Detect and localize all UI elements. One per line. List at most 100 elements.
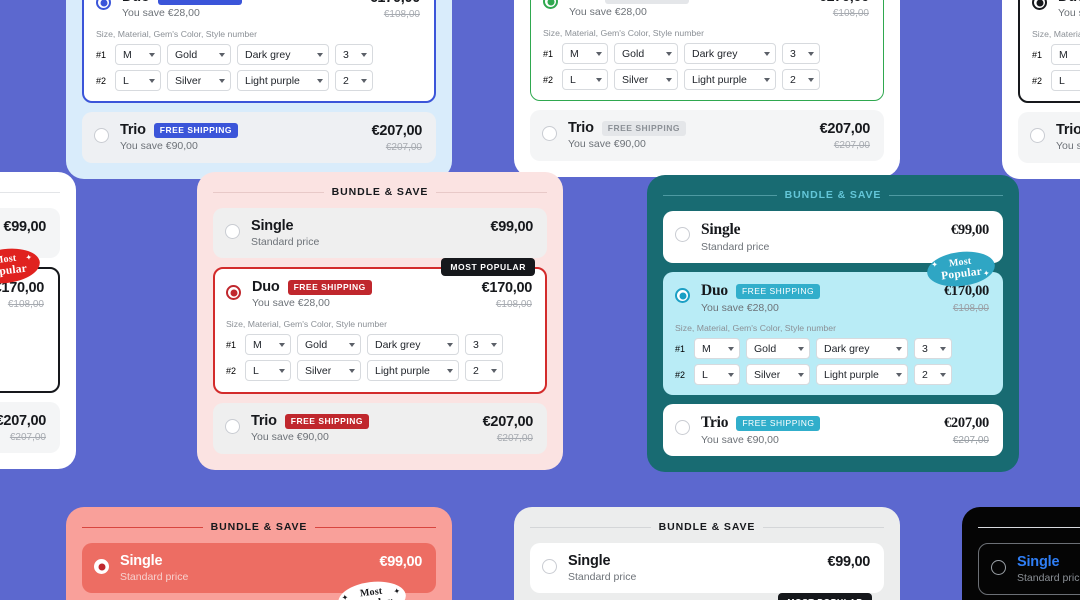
chevron-down-icon [896, 346, 902, 351]
select-size[interactable]: L [245, 360, 291, 381]
option-trio[interactable]: Trio FREE SHIPPING You save €90,00 €207,… [1018, 112, 1080, 163]
option-single[interactable]: Single Standard price €99,00 [978, 543, 1080, 595]
select-value: L [1059, 74, 1065, 87]
variant-row-number: #2 [675, 369, 686, 380]
select-color[interactable]: Dark grey [237, 44, 329, 65]
select-value: Gold [754, 342, 777, 355]
option-name: Single [251, 218, 294, 234]
select-material[interactable]: Gold [297, 334, 361, 355]
select-material[interactable]: Gold [746, 338, 810, 359]
select-material[interactable]: Gold [167, 44, 231, 65]
select-material[interactable]: Silver [297, 360, 361, 381]
bundle-widget-green: BUNDLE & SAVE Single Standard price €99,… [514, 0, 900, 177]
option-single[interactable]: Single Standard price €99,00 [213, 208, 547, 258]
option-price: €170,00 [370, 0, 421, 6]
option-duo[interactable]: Duo FREE SHIPPING You save €28,00 €170,0… [1018, 0, 1080, 103]
select-value: 2 [790, 73, 796, 86]
select-color[interactable]: Light purple [237, 70, 329, 91]
select-size[interactable]: M [245, 334, 291, 355]
select-color[interactable]: Dark grey [684, 43, 776, 64]
select-style[interactable]: 2 [914, 364, 952, 385]
select-size[interactable]: L [562, 69, 608, 90]
option-trio[interactable]: Trio FREE SHIPPING You save €90,00 €207,… [213, 403, 547, 454]
variant-row-1: #1 M Gold Dark grey 3 [226, 334, 532, 355]
chevron-down-icon [317, 52, 323, 57]
radio-single[interactable] [94, 559, 109, 574]
select-style[interactable]: 2 [782, 69, 820, 90]
select-material[interactable]: Gold [614, 43, 678, 64]
select-style[interactable]: 3 [782, 43, 820, 64]
option-name: Trio [251, 413, 277, 429]
select-size[interactable]: M [694, 338, 740, 359]
radio-duo[interactable] [96, 0, 111, 10]
most-popular-ribbon: MOST POPULAR [441, 258, 535, 276]
header-rule-left [663, 194, 777, 196]
option-trio[interactable]: Trio FREE SHIPPING You save €90,00 €207,… [82, 112, 436, 163]
select-style[interactable]: 3 [465, 334, 503, 355]
radio-trio[interactable] [675, 420, 690, 435]
header-rule-left [530, 526, 651, 528]
radio-trio[interactable] [1030, 128, 1045, 143]
option-name: Duo [1058, 0, 1080, 5]
radio-single[interactable] [542, 559, 557, 574]
select-size[interactable]: L [115, 70, 161, 91]
radio-single[interactable] [225, 224, 240, 239]
option-duo[interactable]: ✦ ✦ Most Popular Duo FREE SHIPPING You s… [0, 244, 60, 393]
radio-trio[interactable] [542, 126, 557, 141]
select-value: Silver [305, 364, 332, 377]
radio-duo[interactable] [543, 0, 558, 9]
free-shipping-badge: FREE SHIPPING [736, 415, 821, 431]
header-rule-right [0, 191, 60, 193]
select-size[interactable]: M [115, 44, 161, 65]
radio-duo[interactable] [675, 288, 690, 303]
radio-single[interactable] [991, 560, 1006, 575]
select-material[interactable]: Silver [614, 69, 678, 90]
radio-trio[interactable] [225, 419, 240, 434]
select-size[interactable]: L [1051, 70, 1080, 91]
select-value: 2 [922, 368, 928, 381]
select-material[interactable]: Silver [167, 70, 231, 91]
radio-duo[interactable] [226, 285, 241, 300]
option-compare-price: €207,00 [952, 435, 989, 446]
option-single[interactable]: Single Standard price €99,00 [530, 543, 884, 593]
option-trio[interactable]: Trio FREE SHIPPING You save €90,00 €207,… [663, 404, 1003, 456]
option-duo[interactable]: MOST POPULAR Duo FREE SHIPPING You save … [530, 0, 884, 101]
select-value: Light purple [245, 74, 300, 87]
free-shipping-badge: FREE SHIPPING [153, 122, 238, 138]
variant-row-2: #2 L Silver Light purple 2 [675, 364, 989, 385]
chevron-down-icon [728, 372, 734, 377]
option-duo[interactable]: MOST POPULAR Duo FREE SHIPPING You save … [213, 258, 547, 394]
bundle-header-label: BUNDLE & SAVE [331, 186, 429, 198]
select-material[interactable]: Silver [746, 364, 810, 385]
radio-trio[interactable] [94, 128, 109, 143]
chevron-down-icon [349, 368, 355, 373]
bundle-header: BUNDLE & SAVE [530, 521, 884, 533]
variant-row-number: #1 [543, 48, 554, 59]
select-style[interactable]: 2 [335, 70, 373, 91]
option-trio[interactable]: Trio FREE SHIPPING You save €90,00 €207,… [530, 110, 884, 161]
select-size[interactable]: L [694, 364, 740, 385]
select-color[interactable]: Light purple [684, 69, 776, 90]
select-size[interactable]: M [1051, 44, 1080, 65]
select-value: Dark grey [824, 342, 870, 355]
chevron-down-icon [361, 78, 367, 83]
select-style[interactable]: 3 [335, 44, 373, 65]
select-color[interactable]: Dark grey [816, 338, 908, 359]
free-shipping-badge: FREE SHIPPING [735, 283, 821, 299]
option-trio[interactable]: Trio FREE SHIPPING You save €90,00 €207,… [0, 402, 60, 453]
bundle-header: BUNDLE & SAVE [82, 521, 436, 533]
option-duo[interactable]: ✦ ✦ Most Popular Duo FREE SHIPPING You s… [663, 247, 1003, 395]
radio-duo[interactable] [1032, 0, 1047, 10]
select-color[interactable]: Light purple [367, 360, 459, 381]
radio-single[interactable] [675, 227, 690, 242]
select-style[interactable]: 3 [914, 338, 952, 359]
option-price: €99,00 [3, 219, 46, 235]
select-color[interactable]: Dark grey [367, 334, 459, 355]
variant-row-2: #2 L Silver Light purple 2 [226, 360, 532, 381]
select-value: M [1059, 48, 1068, 61]
variant-row-2: #2 L Silver Light purple 2 [96, 70, 420, 91]
select-size[interactable]: M [562, 43, 608, 64]
option-duo[interactable]: MOST POPULAR Duo FREE SHIPPING You save … [82, 0, 436, 103]
select-style[interactable]: 2 [465, 360, 503, 381]
select-color[interactable]: Light purple [816, 364, 908, 385]
